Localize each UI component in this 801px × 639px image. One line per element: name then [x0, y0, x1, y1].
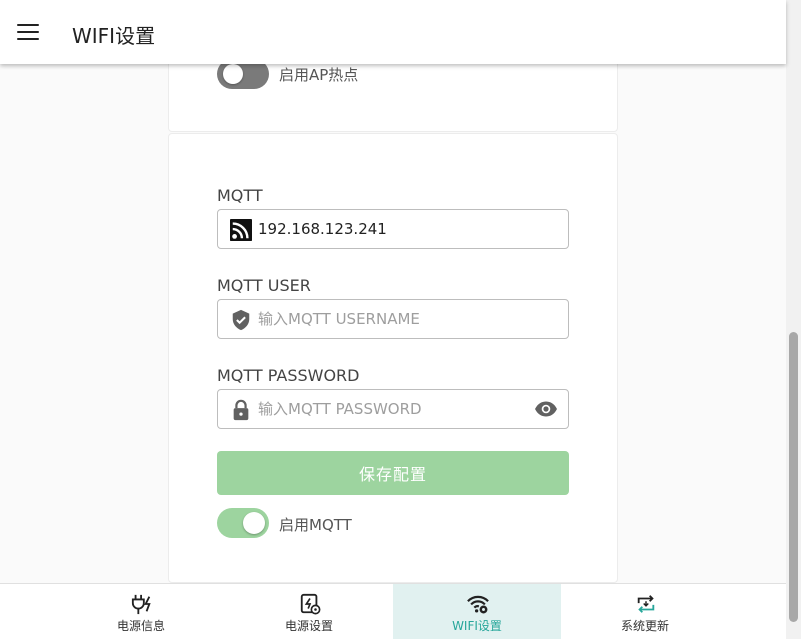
- lock-icon: [233, 399, 249, 421]
- mqtt-password-label: MQTT PASSWORD: [217, 366, 360, 385]
- power-settings-icon: [300, 593, 321, 615]
- bottom-navigation: 电源信息 电源设置 WIFI设置 系统更新: [0, 583, 786, 639]
- nav-power-settings[interactable]: 电源设置: [225, 584, 393, 639]
- mqtt-user-label: MQTT USER: [217, 276, 311, 295]
- ap-hotspot-label: 启用AP热点: [279, 66, 359, 84]
- shield-check-icon: [232, 309, 250, 331]
- rss-icon: [230, 219, 252, 241]
- save-config-button[interactable]: 保存配置: [217, 451, 569, 495]
- menu-icon[interactable]: [17, 24, 39, 40]
- update-icon: [637, 595, 655, 613]
- mqtt-user-field: [217, 299, 569, 339]
- mqtt-enable-toggle[interactable]: [217, 508, 269, 538]
- mqtt-server-field: [217, 209, 569, 249]
- power-plug-icon: [131, 594, 151, 615]
- eye-icon[interactable]: [534, 400, 558, 418]
- app-bar: WIFI设置: [0, 0, 786, 64]
- nav-label: WIFI设置: [452, 619, 502, 633]
- mqtt-password-field: [217, 389, 569, 429]
- nav-system-update[interactable]: 系统更新: [561, 584, 729, 639]
- mqtt-enable-label: 启用MQTT: [279, 516, 352, 534]
- nav-label: 电源设置: [284, 619, 333, 633]
- scrollbar-thumb[interactable]: [789, 332, 798, 622]
- page-title: WIFI设置: [72, 24, 156, 48]
- nav-label: 电源信息: [116, 619, 165, 633]
- mqtt-card: MQTT MQTT USER MQTT PASSWORD 保存配置: [168, 133, 618, 583]
- nav-power-info[interactable]: 电源信息: [57, 584, 225, 639]
- nav-label: 系统更新: [620, 619, 669, 633]
- mqtt-server-label: MQTT: [217, 186, 263, 205]
- wifi-settings-icon: [467, 595, 489, 614]
- nav-wifi-settings[interactable]: WIFI设置: [393, 584, 561, 639]
- mqtt-server-input[interactable]: [258, 210, 528, 248]
- mqtt-user-input[interactable]: [258, 300, 528, 338]
- mqtt-password-input[interactable]: [258, 390, 528, 428]
